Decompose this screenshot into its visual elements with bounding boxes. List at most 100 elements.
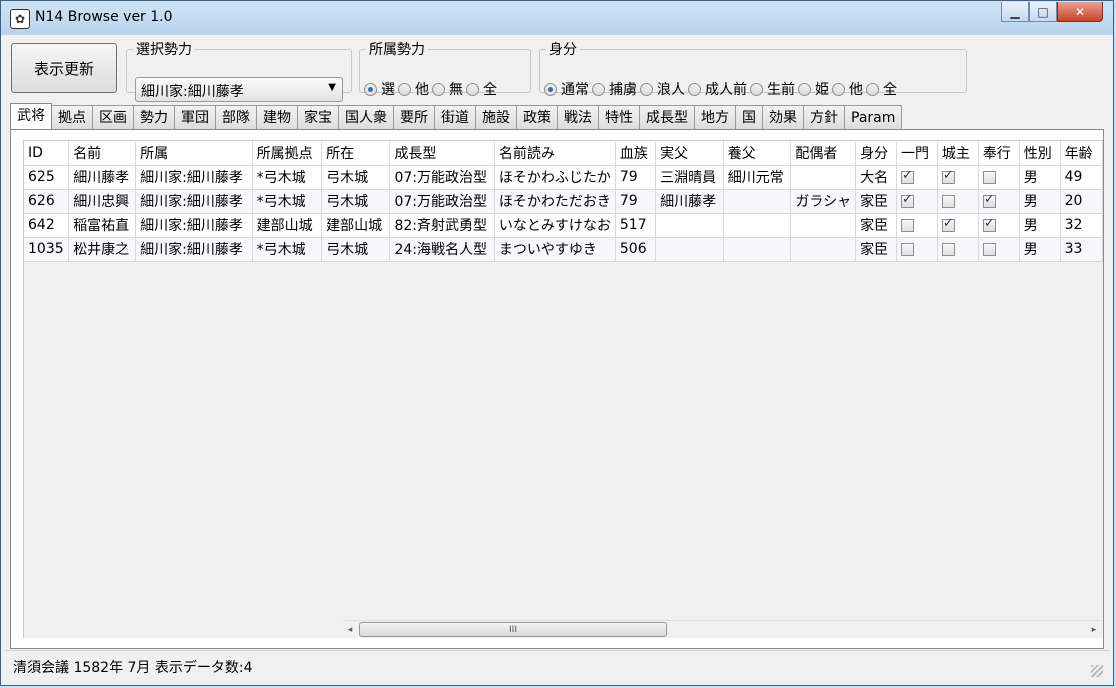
radio-button-icon[interactable]	[466, 82, 479, 96]
scroll-thumb[interactable]: III	[359, 622, 667, 637]
tab-6[interactable]: 建物	[256, 105, 298, 129]
tab-20[interactable]: Param	[844, 105, 903, 129]
affiliation-option[interactable]: 全	[466, 79, 497, 99]
tab-11[interactable]: 施設	[475, 105, 517, 129]
status-option[interactable]: 生前	[750, 79, 795, 99]
radio-button-icon[interactable]	[798, 82, 811, 96]
tab-9[interactable]: 要所	[393, 105, 435, 129]
checkbox-icon[interactable]	[982, 216, 996, 232]
column-header[interactable]: 一門	[896, 141, 938, 166]
checkbox-cell[interactable]	[937, 237, 979, 262]
app-emblem-icon[interactable]: ✿	[10, 9, 30, 29]
status-option[interactable]: 通常	[544, 79, 589, 99]
checkbox-icon[interactable]	[982, 170, 996, 184]
table-cell[interactable]: 1035	[24, 237, 70, 262]
table-cell[interactable]: 細川藤孝	[68, 165, 137, 190]
column-header[interactable]: 血族	[615, 141, 657, 166]
tab-5[interactable]: 部隊	[215, 105, 257, 129]
table-cell[interactable]: 家臣	[855, 237, 897, 262]
checkbox-cell[interactable]	[978, 165, 1020, 190]
checkbox-icon[interactable]	[901, 192, 914, 208]
tab-14[interactable]: 特性	[598, 105, 640, 129]
status-option[interactable]: 全	[866, 79, 897, 99]
table-cell[interactable]: 家臣	[855, 189, 897, 214]
table-cell[interactable]: まついやすゆき	[494, 237, 616, 262]
tab-1[interactable]: 拠点	[51, 105, 93, 129]
table-cell[interactable]: 男	[1019, 165, 1061, 190]
checkbox-icon[interactable]	[901, 168, 914, 184]
refresh-display-button[interactable]: 表示更新	[11, 43, 117, 93]
tab-0[interactable]: 武将	[10, 103, 52, 129]
status-option[interactable]: 浪人	[640, 79, 685, 99]
column-header[interactable]: 性別	[1019, 141, 1061, 166]
table-cell[interactable]: 家臣	[855, 213, 897, 238]
table-cell[interactable]: 20	[1060, 189, 1103, 214]
checkbox-cell[interactable]	[896, 237, 938, 262]
column-header[interactable]: 所属拠点	[252, 141, 323, 166]
affiliation-option[interactable]: 選	[364, 79, 395, 99]
checkbox-cell[interactable]	[937, 213, 979, 238]
tab-7[interactable]: 家宝	[297, 105, 339, 129]
table-cell[interactable]: 男	[1019, 189, 1061, 214]
table-cell[interactable]: 男	[1019, 237, 1061, 262]
table-cell[interactable]: 625	[24, 165, 70, 190]
column-header[interactable]: 所在	[321, 141, 391, 166]
table-cell[interactable]: 82:斉射武勇型	[389, 213, 495, 238]
tab-13[interactable]: 戦法	[557, 105, 599, 129]
column-header[interactable]: 名前読み	[494, 141, 616, 166]
table-cell[interactable]: 642	[24, 213, 70, 238]
scroll-right-icon[interactable]: ▸	[1087, 623, 1101, 637]
minimize-button[interactable]: ▁	[1001, 2, 1029, 22]
radio-button-icon[interactable]	[688, 82, 701, 96]
table-row[interactable]: 1035 松井康之 細川家:細川藤孝 *弓木城 弓木城 24:海戦名人型 まついやすゆき 50…	[24, 237, 1103, 262]
horizontal-scrollbar[interactable]: ◂ III ▸	[343, 620, 1101, 638]
table-cell[interactable]: ほそかわただおき	[494, 189, 616, 214]
table-cell[interactable]: 建部山城	[252, 213, 323, 238]
checkbox-cell[interactable]	[937, 165, 979, 190]
table-cell[interactable]	[655, 213, 724, 238]
checkbox-cell[interactable]	[978, 213, 1020, 238]
tab-8[interactable]: 国人衆	[338, 105, 394, 129]
table-cell[interactable]: 大名	[855, 165, 897, 190]
table-cell[interactable]	[790, 165, 857, 190]
resize-grip-icon[interactable]	[1091, 665, 1103, 677]
table-cell[interactable]: 細川家:細川藤孝	[135, 165, 253, 190]
table-cell[interactable]: 細川家:細川藤孝	[135, 189, 253, 214]
column-header[interactable]: 実父	[655, 141, 724, 166]
table-cell[interactable]: ガラシャ	[790, 189, 857, 214]
status-option[interactable]: 他	[832, 79, 863, 99]
table-cell[interactable]: 細川元常	[723, 165, 792, 190]
checkbox-icon[interactable]	[941, 242, 955, 256]
column-header[interactable]: 所属	[135, 141, 253, 166]
table-cell[interactable]: 松井康之	[68, 237, 137, 262]
radio-button-icon[interactable]	[592, 82, 605, 96]
table-cell[interactable]: 07:万能政治型	[389, 189, 495, 214]
table-cell[interactable]: 517	[615, 213, 657, 238]
tab-2[interactable]: 区画	[92, 105, 134, 129]
radio-button-icon[interactable]	[364, 82, 377, 96]
column-header[interactable]: 配偶者	[790, 141, 857, 166]
status-option[interactable]: 成人前	[688, 79, 747, 99]
checkbox-icon[interactable]	[982, 192, 996, 208]
table-cell[interactable]: 32	[1060, 213, 1103, 238]
table-cell[interactable]: いなとみすけなお	[494, 213, 616, 238]
table-cell[interactable]	[790, 237, 857, 262]
table-cell[interactable]: 506	[615, 237, 657, 262]
checkbox-icon[interactable]	[901, 218, 914, 232]
radio-button-icon[interactable]	[832, 82, 845, 96]
table-cell[interactable]	[790, 213, 857, 238]
table-cell[interactable]: *弓木城	[252, 237, 323, 262]
table-cell[interactable]: 細川家:細川藤孝	[135, 213, 253, 238]
checkbox-icon[interactable]	[941, 194, 955, 208]
radio-button-icon[interactable]	[750, 82, 763, 96]
status-option[interactable]: 捕虜	[592, 79, 637, 99]
table-cell[interactable]	[723, 189, 792, 214]
table-cell[interactable]: 79	[615, 165, 657, 190]
table-cell[interactable]: *弓木城	[252, 165, 323, 190]
table-cell[interactable]: 細川藤孝	[655, 189, 724, 214]
affiliation-option[interactable]: 無	[432, 79, 463, 99]
close-button[interactable]: ✕	[1057, 2, 1103, 22]
tab-12[interactable]: 政策	[516, 105, 558, 129]
table-cell[interactable]: 33	[1060, 237, 1103, 262]
checkbox-cell[interactable]	[978, 189, 1020, 214]
